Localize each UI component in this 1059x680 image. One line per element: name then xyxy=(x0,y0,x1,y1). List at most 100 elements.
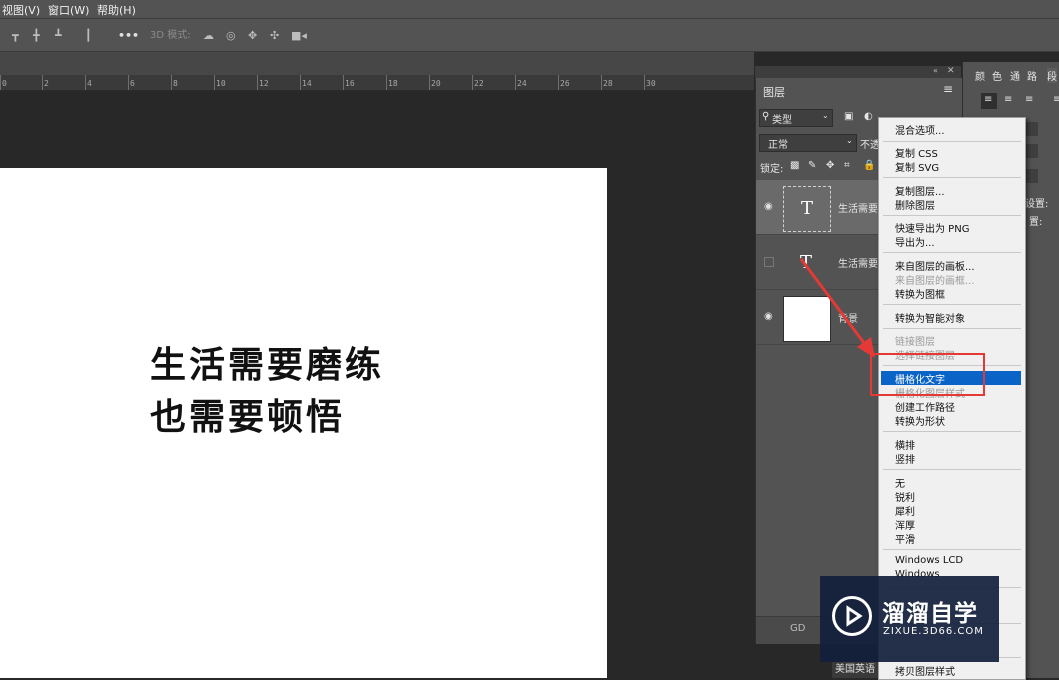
menu-item-aa-sharp[interactable]: 锐利 xyxy=(895,489,915,504)
ruler-tick: 26 xyxy=(560,79,570,88)
lock-position-icon[interactable]: ✥ xyxy=(826,160,834,171)
ruler-tick: 28 xyxy=(603,79,613,88)
visibility-eye-icon[interactable]: ◉ xyxy=(764,312,774,322)
options-bar: ┳ ╋ ┻ ┃ ••• 3D 模式: ☁ ◎ ✥ ✣ ■◂ xyxy=(0,19,1059,52)
search-icon: ⚲ xyxy=(762,111,770,122)
roll-3d-icon[interactable]: ◎ xyxy=(226,30,236,42)
filter-kind-select[interactable]: ⚲ 类型 ⌄ xyxy=(759,109,833,127)
annotation-box xyxy=(870,353,985,396)
menu-item-copy-svg[interactable]: 复制 SVG xyxy=(895,159,939,174)
blend-mode-select[interactable]: 正常 ⌄ xyxy=(759,134,857,152)
menu-window[interactable]: 窗口(W) xyxy=(48,2,89,18)
text-layer-thumbnail: T xyxy=(783,186,831,232)
menu-item-aa-crisp[interactable]: 犀利 xyxy=(895,503,915,518)
lock-label: 锁定: xyxy=(760,164,784,175)
annotation-arrow xyxy=(799,258,875,358)
tab-paragraph[interactable]: 段 xyxy=(1047,68,1057,83)
orbit-3d-icon[interactable]: ☁ xyxy=(203,30,214,42)
close-panel-icon[interactable]: ✕ xyxy=(947,66,955,76)
align-right-icon[interactable]: ≡ xyxy=(1025,94,1033,105)
tab-paths[interactable]: 路 xyxy=(1027,68,1037,83)
blend-mode-value: 正常 xyxy=(768,140,788,151)
3d-mode-label: 3D 模式: xyxy=(150,30,191,41)
setting-label: 设置: xyxy=(1025,199,1049,210)
ruler-tick: 12 xyxy=(259,79,269,88)
menu-help[interactable]: 帮助(H) xyxy=(97,2,136,18)
menu-item-windows-lcd[interactable]: Windows LCD xyxy=(895,555,963,566)
image-filter-icon[interactable]: ▣ xyxy=(844,111,853,122)
distribute-icon[interactable]: ┃ xyxy=(85,30,92,42)
chevron-down-icon: ⌄ xyxy=(822,111,829,120)
text-line-1[interactable]: 生活需要磨练 xyxy=(150,336,384,388)
menu-item-vertical[interactable]: 竖排 xyxy=(895,451,915,466)
ruler-tick: 18 xyxy=(388,79,398,88)
menu-item-export-as[interactable]: 导出为... xyxy=(895,234,935,249)
menu-item-create-work-path[interactable]: 创建工作路径 xyxy=(895,399,955,414)
ruler-tick: 4 xyxy=(87,79,92,88)
justify-icon[interactable]: ≡ xyxy=(1053,94,1059,105)
adjustment-filter-icon[interactable]: ◐ xyxy=(864,111,873,122)
document-canvas[interactable]: 生活需要磨练 也需要顿悟 xyxy=(0,168,607,678)
tab-channels[interactable]: 通 xyxy=(1010,68,1020,83)
menu-item-copy-layer-style[interactable]: 拷贝图层样式 xyxy=(895,663,955,678)
visibility-eye-icon[interactable]: ◉ xyxy=(764,202,774,212)
visibility-toggle-off[interactable] xyxy=(764,257,774,267)
play-logo-icon xyxy=(832,596,872,636)
lock-transparent-icon[interactable]: ▩ xyxy=(790,160,799,171)
watermark-title: 溜溜自学 xyxy=(882,601,978,627)
menu-item-blending-options[interactable]: 混合选项... xyxy=(895,122,945,137)
menu-item-aa-strong[interactable]: 浑厚 xyxy=(895,517,915,532)
watermark-url: ZIXUE.3D66.COM xyxy=(883,626,984,637)
menu-item-copy-css[interactable]: 复制 CSS xyxy=(895,145,938,160)
menubar: 视图(V) 窗口(W) 帮助(H) xyxy=(0,0,1059,19)
layer-name[interactable]: 生活需要 xyxy=(838,200,878,215)
menu-item-duplicate-layer[interactable]: 复制图层... xyxy=(895,183,945,198)
align-left-button[interactable]: ≡ xyxy=(981,93,997,109)
horizontal-ruler: 0 2 4 6 8 10 12 14 16 18 20 22 24 26 28 … xyxy=(0,75,754,91)
menu-item-convert-to-shape[interactable]: 转换为形状 xyxy=(895,413,945,428)
ruler-tick: 10 xyxy=(216,79,226,88)
document-tab-strip xyxy=(0,52,754,75)
ruler-tick: 20 xyxy=(431,79,441,88)
tab-swatches[interactable]: 色 xyxy=(992,68,1002,83)
menu-item-horizontal[interactable]: 横排 xyxy=(895,437,915,452)
camera-3d-icon[interactable]: ■◂ xyxy=(291,30,307,42)
align-top-icon[interactable]: ┳ xyxy=(12,30,19,42)
lock-artboard-icon[interactable]: ⌗ xyxy=(844,160,850,171)
more-options-button[interactable]: ••• xyxy=(118,30,139,42)
ruler-tick: 30 xyxy=(646,79,656,88)
language-tag: 美国英语 xyxy=(832,662,878,678)
panel-menu-icon[interactable]: ≡ xyxy=(943,82,953,96)
menu-item-frame-from-layers: 来自图层的画框... xyxy=(895,276,975,287)
ruler-tick: 2 xyxy=(44,79,49,88)
lock-image-icon[interactable]: ✎ xyxy=(808,160,816,171)
ruler-tick: 16 xyxy=(345,79,355,88)
slide-3d-icon[interactable]: ✣ xyxy=(270,30,279,42)
ruler-tick: 8 xyxy=(173,79,178,88)
menu-item-aa-none[interactable]: 无 xyxy=(895,475,905,490)
align-center-icon[interactable]: ≡ xyxy=(1004,94,1012,105)
opacity-label: 不透 xyxy=(860,140,880,151)
menu-view[interactable]: 视图(V) xyxy=(2,2,40,18)
watermark: 溜溜自学 ZIXUE.3D66.COM xyxy=(820,576,999,662)
menu-item-quick-export-png[interactable]: 快速导出为 PNG xyxy=(895,220,969,235)
ruler-tick: 14 xyxy=(302,79,312,88)
menu-item-convert-to-frame[interactable]: 转换为图框 xyxy=(895,286,945,301)
align-bottom-icon[interactable]: ┻ xyxy=(55,30,62,42)
drag-3d-icon[interactable]: ✥ xyxy=(248,30,257,42)
menu-item-convert-smart-object[interactable]: 转换为智能对象 xyxy=(895,310,965,325)
menu-item-delete-layer[interactable]: 删除图层 xyxy=(895,197,935,212)
link-layers-icon[interactable]: GD xyxy=(790,623,805,634)
layers-tab-title[interactable]: 图层 xyxy=(763,84,785,100)
collapse-icon[interactable]: « xyxy=(933,66,938,75)
menu-item-aa-smooth[interactable]: 平滑 xyxy=(895,531,915,546)
tab-color[interactable]: 颜 xyxy=(975,68,985,83)
align-middle-icon[interactable]: ╋ xyxy=(33,30,40,42)
text-line-2[interactable]: 也需要顿悟 xyxy=(150,388,345,440)
setting-label: 置: xyxy=(1029,217,1043,228)
align-left-icon: ≡ xyxy=(984,94,993,105)
menu-item-artboard-from-layers[interactable]: 来自图层的画板... xyxy=(895,258,975,273)
ruler-tick: 24 xyxy=(517,79,527,88)
ruler-tick: 0 xyxy=(2,79,7,88)
lock-all-icon[interactable]: 🔒 xyxy=(863,160,875,171)
